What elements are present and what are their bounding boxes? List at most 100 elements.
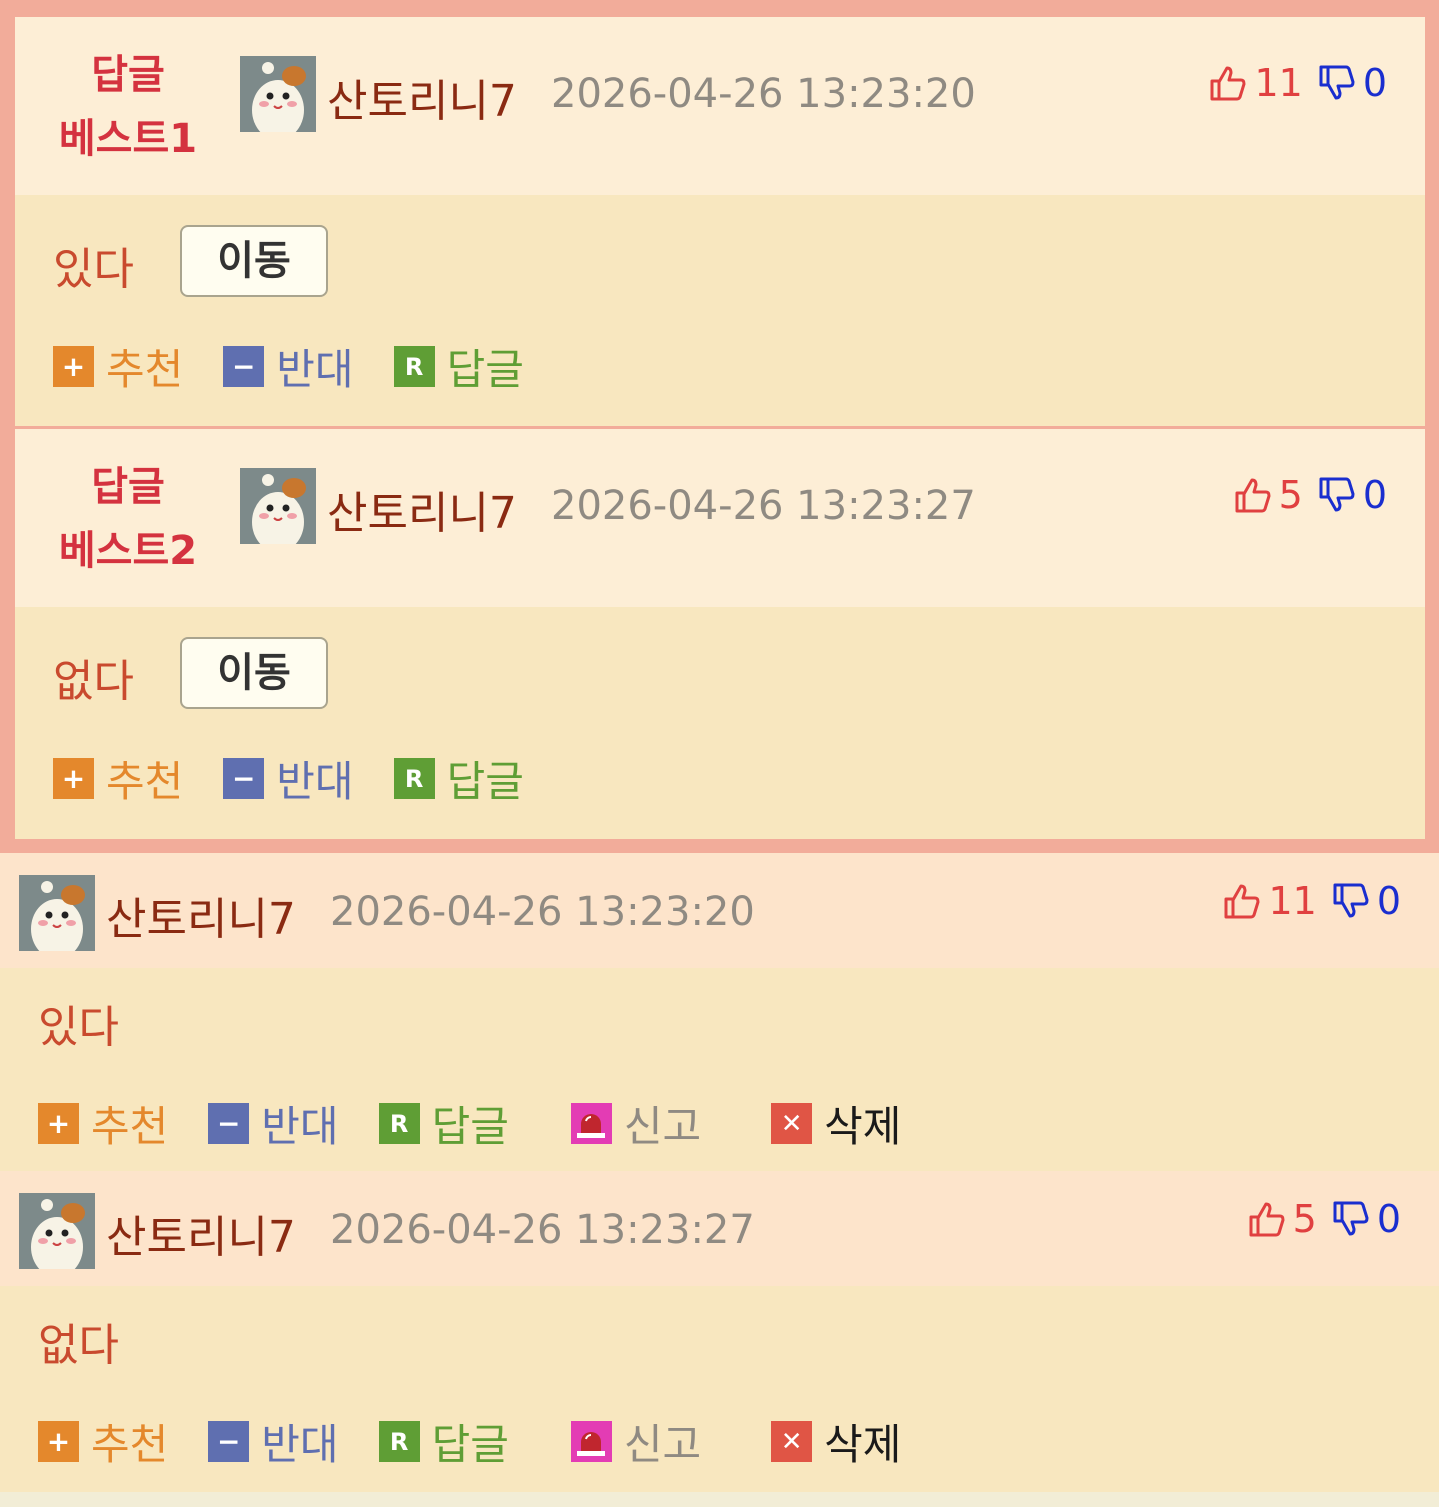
- oppose-button[interactable]: − 반대: [223, 748, 354, 809]
- like-count: 11: [1268, 879, 1317, 923]
- oppose-label: 반대: [276, 345, 354, 394]
- avatar[interactable]: [19, 1193, 95, 1269]
- dislike-count: 0: [1362, 61, 1387, 105]
- recommend-button[interactable]: + 추천: [53, 748, 183, 809]
- comment-datetime: 2026-04-26 13:23:20: [551, 71, 976, 117]
- delete-button[interactable]: ✕ 삭제: [771, 1411, 901, 1472]
- best-badge-line1: 답글: [91, 52, 165, 98]
- recommend-button[interactable]: + 추천: [53, 336, 183, 397]
- plus-square-icon: +: [38, 1421, 79, 1462]
- r-square-icon: R: [378, 1103, 420, 1144]
- x-square-icon: ✕: [771, 1103, 813, 1144]
- hamster-avatar-icon: [240, 56, 316, 132]
- report-button[interactable]: 신고: [570, 1093, 702, 1154]
- comment-actions: + 추천 − 반대 R 답글: [53, 748, 564, 809]
- comment-text: 있다: [38, 1002, 119, 1053]
- thumbs-up-icon: [1235, 478, 1271, 513]
- report-button[interactable]: 신고: [570, 1411, 702, 1472]
- move-button[interactable]: 이동: [180, 637, 328, 709]
- comment-item: 산토리니7 2026-04-26 13:23:20 11 0 있다 + 추천 −…: [0, 853, 1439, 1171]
- delete-label: 삭제: [824, 1420, 902, 1469]
- r-square-icon: R: [393, 346, 435, 387]
- move-button[interactable]: 이동: [180, 225, 328, 297]
- siren-icon: [570, 1103, 612, 1144]
- hamster-avatar-icon: [19, 1193, 95, 1269]
- delete-label: 삭제: [824, 1102, 902, 1151]
- oppose-button[interactable]: − 반대: [208, 1093, 339, 1154]
- hamster-avatar-icon: [240, 468, 316, 544]
- comment-header: 산토리니7 2026-04-26 13:23:27 5 0: [0, 1171, 1439, 1286]
- avatar[interactable]: [240, 56, 316, 132]
- best-badge: 답글 베스트2: [53, 455, 203, 583]
- avatar[interactable]: [19, 875, 95, 951]
- recommend-label: 추천: [106, 757, 184, 806]
- avatar[interactable]: [240, 468, 316, 544]
- oppose-button[interactable]: − 반대: [223, 336, 354, 397]
- bottom-divider: [0, 1492, 1439, 1507]
- comment-header: 답글 베스트2 산토리니7 2026-04-26 13:23:27 5 0: [15, 429, 1425, 607]
- minus-square-icon: −: [208, 1421, 250, 1462]
- dislike-count: 0: [1376, 879, 1401, 923]
- comment-body: 없다 + 추천 − 반대 R 답글 신고 ✕ 삭제: [0, 1286, 1439, 1492]
- comment-actions: + 추천 − 반대 R 답글 신고 ✕ 삭제: [38, 1093, 941, 1154]
- best-comment-2: 답글 베스트2 산토리니7 2026-04-26 13:23:27 5 0 없다…: [15, 429, 1425, 839]
- delete-button[interactable]: ✕ 삭제: [771, 1093, 901, 1154]
- recommend-button[interactable]: + 추천: [38, 1093, 168, 1154]
- recommend-label: 추천: [91, 1420, 169, 1469]
- like-count: 5: [1292, 1197, 1317, 1241]
- comment-body: 있다 + 추천 − 반대 R 답글 신고 ✕ 삭제: [0, 968, 1439, 1171]
- reply-button[interactable]: R 답글: [393, 748, 524, 809]
- vote-counts: 11 0: [1208, 61, 1387, 105]
- recommend-label: 추천: [91, 1102, 169, 1151]
- hamster-avatar-icon: [19, 875, 95, 951]
- reply-button[interactable]: R 답글: [393, 336, 524, 397]
- minus-square-icon: −: [208, 1103, 250, 1144]
- comment-datetime: 2026-04-26 13:23:20: [330, 889, 755, 935]
- oppose-button[interactable]: − 반대: [208, 1411, 339, 1472]
- report-label: 신고: [623, 1102, 702, 1151]
- best-badge-line2: 베스트2: [58, 528, 198, 574]
- comment-header: 산토리니7 2026-04-26 13:23:20 11 0: [0, 853, 1439, 968]
- plus-square-icon: +: [38, 1103, 79, 1144]
- thumbs-down-icon: [1333, 1201, 1369, 1236]
- nickname[interactable]: 산토리니7: [327, 65, 517, 129]
- vote-counts: 11 0: [1222, 879, 1401, 923]
- dislike-count: 0: [1362, 473, 1387, 517]
- recommend-button[interactable]: + 추천: [38, 1411, 168, 1472]
- comment-actions: + 추천 − 반대 R 답글 신고 ✕ 삭제: [38, 1411, 941, 1472]
- nickname[interactable]: 산토리니7: [327, 477, 517, 541]
- plus-square-icon: +: [53, 758, 94, 799]
- oppose-label: 반대: [261, 1420, 339, 1469]
- nickname[interactable]: 산토리니7: [106, 1201, 296, 1265]
- thumbs-down-icon: [1319, 477, 1355, 512]
- thumbs-down-icon: [1319, 65, 1355, 100]
- best-comments-section: 답글 베스트1 산토리니7 2026-04-26 13:23:20 11 0 있…: [0, 0, 1439, 853]
- reply-label: 답글: [431, 1420, 509, 1469]
- thumbs-up-icon: [1210, 66, 1246, 101]
- thumbs-down-icon: [1333, 883, 1369, 918]
- reply-button[interactable]: R 답글: [378, 1411, 509, 1472]
- comment-body: 있다 이동 + 추천 − 반대 R 답글: [15, 195, 1425, 427]
- oppose-label: 반대: [261, 1102, 339, 1151]
- nickname[interactable]: 산토리니7: [106, 883, 296, 947]
- comment-body: 없다 이동 + 추천 − 반대 R 답글: [15, 607, 1425, 839]
- dislike-count: 0: [1376, 1197, 1401, 1241]
- minus-square-icon: −: [223, 346, 265, 387]
- x-square-icon: ✕: [771, 1421, 813, 1462]
- comment-datetime: 2026-04-26 13:23:27: [330, 1207, 755, 1253]
- reply-label: 답글: [446, 345, 524, 394]
- comment-text: 없다: [53, 656, 134, 707]
- comment-text: 있다: [53, 244, 134, 295]
- reply-label: 답글: [446, 757, 524, 806]
- reply-button[interactable]: R 답글: [378, 1093, 509, 1154]
- comment-text: 없다: [38, 1320, 119, 1371]
- report-label: 신고: [623, 1420, 702, 1469]
- thumbs-up-icon: [1249, 1202, 1285, 1237]
- comment-datetime: 2026-04-26 13:23:27: [551, 483, 976, 529]
- comment-item: 산토리니7 2026-04-26 13:23:27 5 0 없다 + 추천 − …: [0, 1171, 1439, 1492]
- like-count: 5: [1278, 473, 1303, 517]
- best-comment-1: 답글 베스트1 산토리니7 2026-04-26 13:23:20 11 0 있…: [15, 17, 1425, 427]
- vote-counts: 5 0: [1233, 473, 1387, 517]
- r-square-icon: R: [393, 758, 435, 799]
- best-badge-line1: 답글: [91, 464, 165, 510]
